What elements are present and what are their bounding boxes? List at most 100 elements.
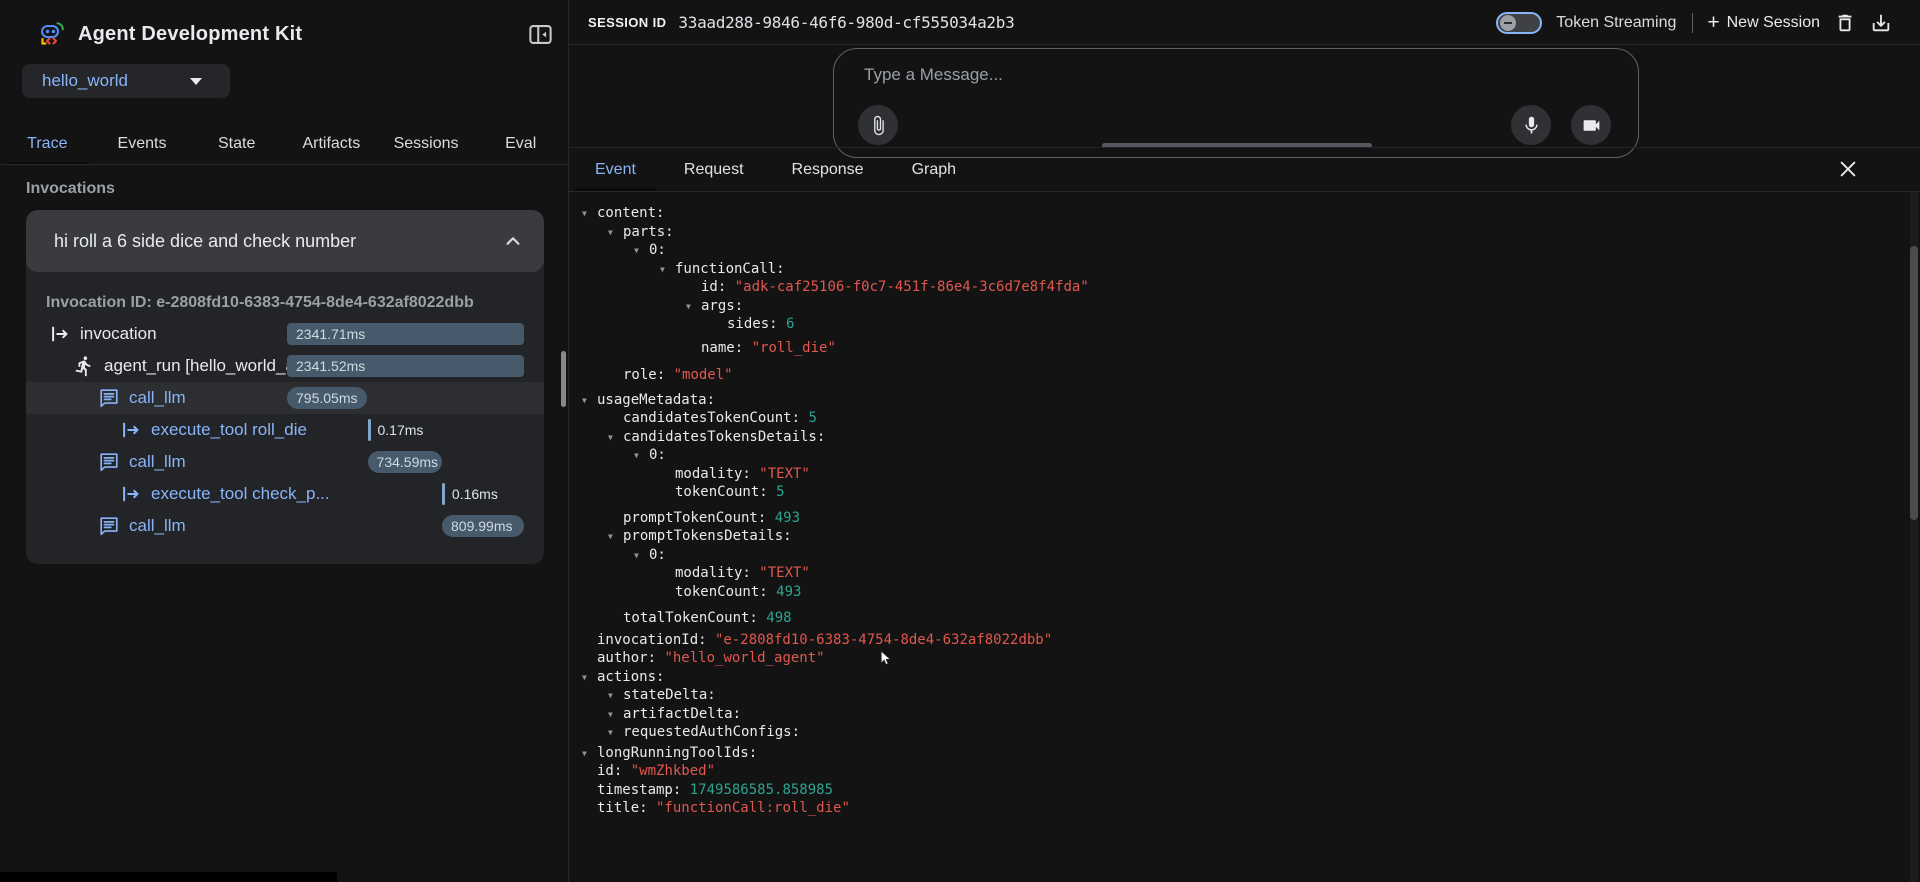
- json-key: 0:: [649, 242, 666, 258]
- tab-label: Artifacts: [302, 135, 360, 153]
- mic-button[interactable]: [1511, 105, 1551, 145]
- delete-session-button[interactable]: [1834, 12, 1856, 34]
- tab-events[interactable]: Events: [95, 124, 190, 164]
- json-key: parts:: [623, 224, 674, 240]
- trace-span-bar: 2341.71ms: [287, 323, 524, 345]
- trace-row[interactable]: call_llm 795.05ms: [26, 382, 544, 414]
- json-collapse-arrow-icon[interactable]: ▼: [582, 669, 587, 688]
- trace-span-label: call_llm: [129, 452, 186, 472]
- json-line: ▼usageMetadata:: [569, 391, 1909, 410]
- json-line: modality: "TEXT": [569, 465, 1909, 484]
- json-key: author:: [597, 650, 656, 666]
- tab-request[interactable]: Request: [660, 148, 768, 191]
- tab-label: Request: [684, 161, 744, 179]
- message-placeholder: Type a Message...: [864, 65, 1003, 85]
- tab-graph[interactable]: Graph: [888, 148, 980, 191]
- json-collapse-arrow-icon[interactable]: ▼: [660, 261, 665, 280]
- json-line: ▼ promptTokensDetails:: [569, 527, 1909, 546]
- json-key: title:: [597, 800, 648, 816]
- trace-row[interactable]: agent_run [hello_world_agent]2341.52ms: [26, 350, 544, 382]
- json-collapse-arrow-icon[interactable]: ▼: [634, 447, 639, 466]
- agent-select-value: hello_world: [42, 71, 190, 91]
- tab-label: Sessions: [394, 135, 459, 153]
- trace-span-label: call_llm: [129, 388, 186, 408]
- download-icon: [1870, 12, 1892, 34]
- json-line: id: "wmZhkbed": [569, 762, 1909, 781]
- tab-response[interactable]: Response: [768, 148, 888, 191]
- json-line: tokenCount: 493: [569, 583, 1909, 602]
- json-collapse-arrow-icon[interactable]: ▼: [608, 687, 613, 706]
- json-key: totalTokenCount:: [623, 610, 758, 626]
- json-line: title: "functionCall:roll_die": [569, 799, 1909, 818]
- json-value: "roll_die": [743, 340, 836, 356]
- json-key: role:: [623, 367, 665, 383]
- json-value: 498: [758, 610, 792, 626]
- json-key: 0:: [649, 547, 666, 563]
- trace-span-tick: [368, 419, 371, 441]
- trace-row[interactable]: call_llm734.59ms: [26, 446, 544, 478]
- json-key: tokenCount:: [675, 484, 768, 500]
- chevron-up-icon[interactable]: [500, 228, 526, 254]
- agent-select[interactable]: hello_world: [22, 64, 230, 98]
- attach-file-button[interactable]: [858, 105, 898, 145]
- invocation-card-title: hi roll a 6 side dice and check number: [54, 231, 500, 252]
- json-line: ▼ 0:: [569, 241, 1909, 260]
- export-session-button[interactable]: [1870, 12, 1892, 34]
- trace-row[interactable]: execute_tool roll_die0.17ms: [26, 414, 544, 446]
- json-line: id: "adk-caf25106-f0c7-451f-86e4-3c6d7e8…: [569, 278, 1909, 297]
- json-key: stateDelta:: [623, 687, 716, 703]
- json-collapse-arrow-icon[interactable]: ▼: [582, 392, 587, 411]
- json-collapse-arrow-icon[interactable]: ▼: [608, 429, 613, 448]
- trace-row[interactable]: call_llm809.99ms: [26, 510, 544, 542]
- session-id-value: 33aad288-9846-46f6-980d-cf555034a2b3: [678, 13, 1014, 32]
- json-collapse-arrow-icon[interactable]: ▼: [608, 706, 613, 725]
- json-line: tokenCount: 5: [569, 483, 1909, 502]
- json-key: args:: [701, 298, 743, 314]
- json-line: author: "hello_world_agent": [569, 649, 1909, 668]
- trace-span-bar: 795.05ms: [287, 387, 367, 409]
- json-collapse-arrow-icon[interactable]: ▼: [608, 528, 613, 547]
- json-line: invocationId: "e-2808fd10-6383-4754-8de4…: [569, 631, 1909, 650]
- adk-app-window: Agent Development Kit hello_world TraceE…: [0, 0, 1920, 882]
- json-key: promptTokensDetails:: [623, 528, 792, 544]
- json-collapse-arrow-icon[interactable]: ▼: [608, 724, 613, 743]
- start-arrow-icon: [49, 323, 71, 345]
- json-line: role: "model": [569, 366, 1909, 385]
- message-input[interactable]: Type a Message...: [833, 48, 1639, 158]
- json-value: 1749586585.858985: [681, 782, 833, 798]
- invocation-id: Invocation ID: e-2808fd10-6383-4754-8de4…: [46, 294, 544, 312]
- right-scrollbar-thumb[interactable]: [1910, 246, 1918, 520]
- token-streaming-toggle[interactable]: [1496, 12, 1542, 34]
- new-session-button[interactable]: + New Session: [1707, 13, 1820, 33]
- json-collapse-arrow-icon[interactable]: ▼: [634, 547, 639, 566]
- json-collapse-arrow-icon[interactable]: ▼: [608, 224, 613, 243]
- tab-eval[interactable]: Eval: [473, 124, 568, 164]
- json-collapse-arrow-icon[interactable]: ▼: [582, 205, 587, 224]
- tab-event[interactable]: Event: [571, 148, 660, 191]
- json-collapse-arrow-icon[interactable]: ▼: [686, 298, 691, 317]
- invocation-card[interactable]: hi roll a 6 side dice and check number: [26, 210, 544, 272]
- session-id-label: SESSION ID: [588, 15, 666, 30]
- json-key: name:: [701, 340, 743, 356]
- tab-artifacts[interactable]: Artifacts: [284, 124, 379, 164]
- close-details-button[interactable]: [1834, 155, 1862, 183]
- left-panel: Agent Development Kit hello_world TraceE…: [0, 0, 568, 882]
- json-collapse-arrow-icon[interactable]: ▼: [634, 242, 639, 261]
- json-collapse-arrow-icon[interactable]: ▼: [582, 745, 587, 764]
- json-line: ▼ functionCall:: [569, 260, 1909, 279]
- start-arrow-icon: [120, 419, 142, 441]
- main-content: SESSION ID 33aad288-9846-46f6-980d-cf555…: [569, 0, 1920, 882]
- trace-span-bar: 809.99ms: [442, 515, 524, 537]
- video-button[interactable]: [1571, 105, 1611, 145]
- tab-sessions[interactable]: Sessions: [379, 124, 474, 164]
- json-key: promptTokenCount:: [623, 510, 766, 526]
- json-value: 5: [800, 410, 817, 426]
- tab-trace[interactable]: Trace: [0, 124, 95, 164]
- trace-row[interactable]: invocation2341.71ms: [26, 318, 544, 350]
- json-key: functionCall:: [675, 261, 785, 277]
- left-scrollbar-thumb[interactable]: [561, 351, 566, 407]
- tab-state[interactable]: State: [189, 124, 284, 164]
- collapse-panel-button[interactable]: [527, 21, 554, 48]
- json-key: candidatesTokensDetails:: [623, 429, 825, 445]
- trace-row[interactable]: execute_tool check_p...0.16ms: [26, 478, 544, 510]
